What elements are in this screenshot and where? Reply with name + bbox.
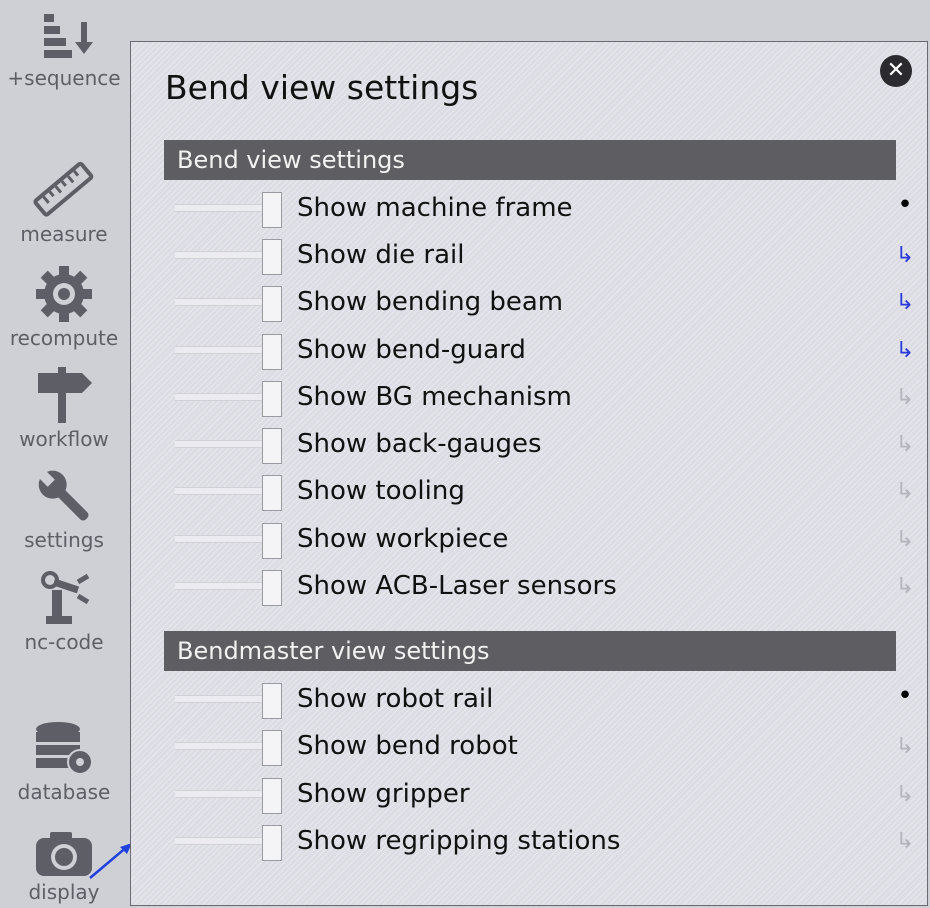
signpost-icon <box>38 367 92 423</box>
sub-arrow-icon: ↳ <box>895 479 915 504</box>
sidebar-item-database[interactable]: database <box>0 720 128 804</box>
toggle-track[interactable] <box>175 582 265 590</box>
toggle-thumb[interactable] <box>262 334 282 370</box>
sidebar-item-label: nc-code <box>24 630 104 654</box>
toggle-track[interactable] <box>175 346 265 354</box>
sub-arrow-icon: ↳ <box>895 243 915 268</box>
toggle-track[interactable] <box>175 695 265 703</box>
section-header-bendmaster-view: Bendmaster view settings <box>164 631 896 671</box>
toggle-row-bend-guard: Show bend-guard ↳ <box>175 334 915 374</box>
wrench-icon <box>37 469 89 521</box>
toggle-thumb[interactable] <box>262 428 282 464</box>
toggle-row-acb-laser-sensors: Show ACB-Laser sensors ↳ <box>175 570 915 610</box>
toggle-track[interactable] <box>175 742 265 750</box>
sub-arrow-icon: ↳ <box>895 290 915 315</box>
toggle-thumb[interactable] <box>262 239 282 275</box>
toggle-label: Show workpiece <box>297 524 509 554</box>
toggle-label: Show robot rail <box>297 684 494 714</box>
toggle-thumb[interactable] <box>262 825 282 861</box>
sub-arrow-icon: ↳ <box>895 734 915 759</box>
toggle-thumb[interactable] <box>262 730 282 766</box>
close-button[interactable]: ✕ <box>880 55 912 87</box>
toggle-label: Show back-gauges <box>297 429 542 459</box>
toggle-track[interactable] <box>175 837 265 845</box>
robot-arm-icon <box>41 571 90 624</box>
toggle-row-workpiece: Show workpiece ↳ <box>175 523 915 563</box>
toggle-row-back-gauges: Show back-gauges ↳ <box>175 428 915 468</box>
sidebar-item-sequence[interactable]: +sequence <box>0 12 128 90</box>
toggle-row-bending-beam: Show bending beam ↳ <box>175 286 915 326</box>
sequence-icon <box>44 14 93 58</box>
toggle-row-tooling: Show tooling ↳ <box>175 475 915 515</box>
sidebar-item-label: database <box>17 780 111 804</box>
toggle-track[interactable] <box>175 393 265 401</box>
toggle-label: Show gripper <box>297 779 470 809</box>
toggle-label: Show regripping stations <box>297 826 621 856</box>
panel-title: Bend view settings <box>165 68 479 107</box>
toggle-label: Show ACB-Laser sensors <box>297 571 617 601</box>
bend-view-settings-panel: Bend view settings ✕ Bend view settings … <box>130 41 928 906</box>
sidebar-item-label: recompute <box>9 326 119 350</box>
toggle-thumb[interactable] <box>262 778 282 814</box>
sidebar-item-nc-code[interactable]: nc-code <box>0 568 128 654</box>
toggle-row-robot-rail: Show robot rail • <box>175 681 915 723</box>
toggle-thumb[interactable] <box>262 523 282 559</box>
sub-arrow-icon: ↳ <box>895 574 915 599</box>
sidebar-item-settings[interactable]: settings <box>0 466 128 552</box>
sidebar-item-recompute[interactable]: recompute <box>0 264 128 350</box>
sidebar: +sequence measure recompute workflow set… <box>0 0 130 908</box>
sub-arrow-icon: ↳ <box>895 782 915 807</box>
sub-arrow-icon: ↳ <box>895 338 915 363</box>
ruler-icon <box>33 161 94 217</box>
sidebar-item-label: workflow <box>19 427 109 451</box>
toggle-label: Show bending beam <box>297 287 564 317</box>
toggle-label: Show tooling <box>297 476 465 506</box>
toggle-thumb[interactable] <box>262 475 282 511</box>
close-icon: ✕ <box>886 58 906 83</box>
annotation-arrow-icon <box>89 843 132 879</box>
database-gear-icon <box>36 722 93 775</box>
toggle-row-machine-frame: Show machine frame • <box>175 190 915 232</box>
toggle-thumb[interactable] <box>262 192 282 228</box>
toggle-label: Show bend-guard <box>297 335 526 365</box>
toggle-thumb[interactable] <box>262 286 282 322</box>
sub-arrow-icon: ↳ <box>895 432 915 457</box>
toggle-thumb[interactable] <box>262 683 282 719</box>
toggle-row-gripper: Show gripper ↳ <box>175 778 915 818</box>
toggle-track[interactable] <box>175 535 265 543</box>
sub-arrow-icon: ↳ <box>895 527 915 552</box>
toggle-row-bend-robot: Show bend robot ↳ <box>175 730 915 770</box>
sub-arrow-icon: ↳ <box>895 385 915 410</box>
toggle-label: Show machine frame <box>297 193 573 223</box>
sidebar-item-label: display <box>28 880 100 904</box>
toggle-track[interactable] <box>175 440 265 448</box>
section-header-bend-view: Bend view settings <box>164 140 896 180</box>
toggle-thumb[interactable] <box>262 570 282 606</box>
toggle-thumb[interactable] <box>262 381 282 417</box>
toggle-track[interactable] <box>175 204 265 212</box>
toggle-label: Show die rail <box>297 240 465 270</box>
toggle-row-bg-mechanism: Show BG mechanism ↳ <box>175 381 915 421</box>
sidebar-item-label: settings <box>24 528 104 552</box>
dot-indicator-icon: • <box>897 190 913 220</box>
toggle-row-regripping-stations: Show regripping stations ↳ <box>175 825 915 865</box>
toggle-track[interactable] <box>175 790 265 798</box>
toggle-track[interactable] <box>175 251 265 259</box>
sidebar-item-measure[interactable]: measure <box>0 160 128 246</box>
toggle-row-die-rail: Show die rail ↳ <box>175 239 915 279</box>
sub-arrow-icon: ↳ <box>895 829 915 854</box>
toggle-label: Show bend robot <box>297 731 518 761</box>
toggle-track[interactable] <box>175 298 265 306</box>
gear-icon <box>36 266 92 322</box>
sidebar-item-label: +sequence <box>7 66 121 90</box>
toggle-label: Show BG mechanism <box>297 382 572 412</box>
sidebar-item-workflow[interactable]: workflow <box>0 365 128 451</box>
sidebar-item-label: measure <box>20 222 108 246</box>
dot-indicator-icon: • <box>897 681 913 711</box>
toggle-track[interactable] <box>175 487 265 495</box>
